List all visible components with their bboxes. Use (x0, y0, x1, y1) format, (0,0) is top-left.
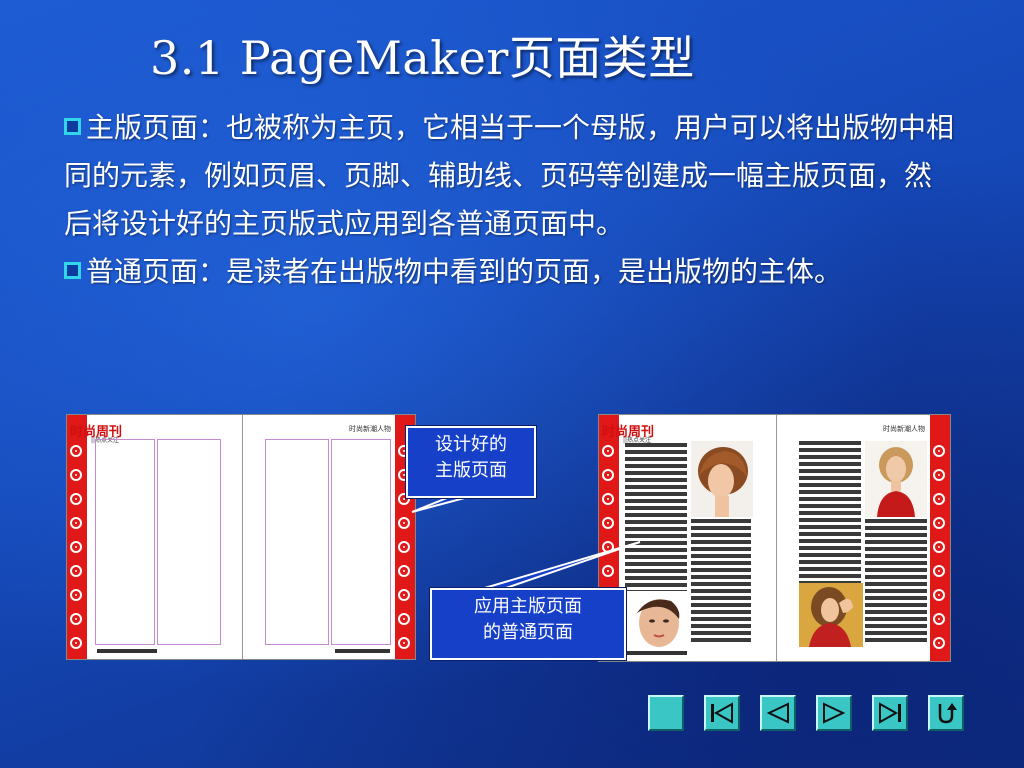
master-page-spread: 时尚周刊 ||热点关注 时尚新潮人物 (66, 414, 416, 660)
callout-line: 应用主版页面 (474, 596, 582, 617)
swirl-icon (602, 493, 614, 505)
normal-page-callout: 应用主版页面 的普通页面 (430, 588, 626, 660)
slide-body: 主版页面：也被称为主页，它相当于一个母版，用户可以将出版物中相同的元素，例如页眉… (64, 104, 954, 296)
swirl-icon (933, 589, 945, 601)
left-decor-strip (67, 415, 87, 659)
spread-gutter (242, 415, 243, 659)
last-slide-button[interactable] (872, 695, 908, 731)
first-slide-button[interactable] (704, 695, 740, 731)
swirl-icon (70, 445, 82, 457)
swirl-icon (933, 517, 945, 529)
swirl-icon (602, 565, 614, 577)
return-icon (938, 703, 957, 724)
right-page-header: 时尚新潮人物 (883, 425, 925, 433)
next-arrow-icon (823, 702, 846, 724)
first-slide-icon (711, 702, 733, 724)
last-slide-icon (879, 702, 901, 724)
paragraph-master-page: 主版页面：也被称为主页，它相当于一个母版，用户可以将出版物中相同的元素，例如页眉… (64, 104, 954, 248)
column-guide (157, 439, 221, 645)
paragraph-normal-page-text: 普通页面：是读者在出版物中看到的页面，是出版物的主体。 (86, 255, 843, 288)
swirl-icon (933, 445, 945, 457)
master-page-callout: 设计好的 主版页面 (406, 426, 536, 498)
next-slide-button[interactable] (816, 695, 852, 731)
right-footer (335, 649, 390, 653)
portrait-photo-hair (691, 441, 753, 517)
callout-line: 主版页面 (435, 460, 507, 481)
swirl-icon (398, 565, 410, 577)
home-button[interactable] (648, 695, 684, 731)
callout-line: 设计好的 (435, 434, 507, 455)
swirl-icon (70, 517, 82, 529)
square-bullet-icon (64, 118, 81, 135)
portrait-photo-face (625, 595, 687, 647)
square-bullet-icon (64, 262, 81, 279)
swirl-icon (70, 541, 82, 553)
swirl-icon (398, 541, 410, 553)
swirl-icon (933, 493, 945, 505)
swirl-icon (70, 637, 82, 649)
slide-title: 3.1 PageMaker页面类型 (150, 31, 695, 85)
swirl-icon (602, 541, 614, 553)
swirl-icon (933, 565, 945, 577)
column-guide (265, 439, 329, 645)
paragraph-normal-page: 普通页面：是读者在出版物中看到的页面，是出版物的主体。 (64, 248, 954, 296)
left-footer (627, 651, 687, 655)
swirl-icon (398, 613, 410, 625)
swirl-icon (70, 589, 82, 601)
portrait-photo-red-dress (865, 441, 927, 517)
master-callout-pointer (411, 495, 473, 513)
swirl-icon (933, 637, 945, 649)
column-guide (331, 439, 391, 645)
swirl-icon (398, 637, 410, 649)
normal-page-spread: 时尚周刊 ||热点关注 时尚新潮人物 (598, 414, 951, 662)
previous-slide-button[interactable] (760, 695, 796, 731)
return-button[interactable] (928, 695, 964, 731)
spread-gutter (776, 415, 777, 661)
callout-line: 的普通页面 (483, 622, 573, 643)
paragraph-master-page-text: 主版页面：也被称为主页，它相当于一个母版，用户可以将出版物中相同的元素，例如页眉… (64, 111, 955, 240)
swirl-icon (70, 493, 82, 505)
swirl-icon (602, 469, 614, 481)
text-column (625, 443, 687, 591)
text-column (691, 519, 751, 645)
previous-arrow-icon (766, 702, 789, 724)
right-decor-strip (930, 415, 950, 661)
left-footer (97, 649, 157, 653)
column-guide (95, 439, 155, 645)
swirl-icon (398, 589, 410, 601)
swirl-icon (602, 445, 614, 457)
swirl-icon (70, 613, 82, 625)
swirl-icon (933, 469, 945, 481)
swirl-icon (70, 469, 82, 481)
text-column (865, 519, 927, 645)
swirl-icon (933, 613, 945, 625)
swirl-icon (398, 517, 410, 529)
portrait-photo-pose (799, 583, 863, 647)
right-page-header: 时尚新潮人物 (349, 425, 391, 433)
swirl-icon (602, 517, 614, 529)
swirl-icon (933, 541, 945, 553)
swirl-icon (70, 565, 82, 577)
